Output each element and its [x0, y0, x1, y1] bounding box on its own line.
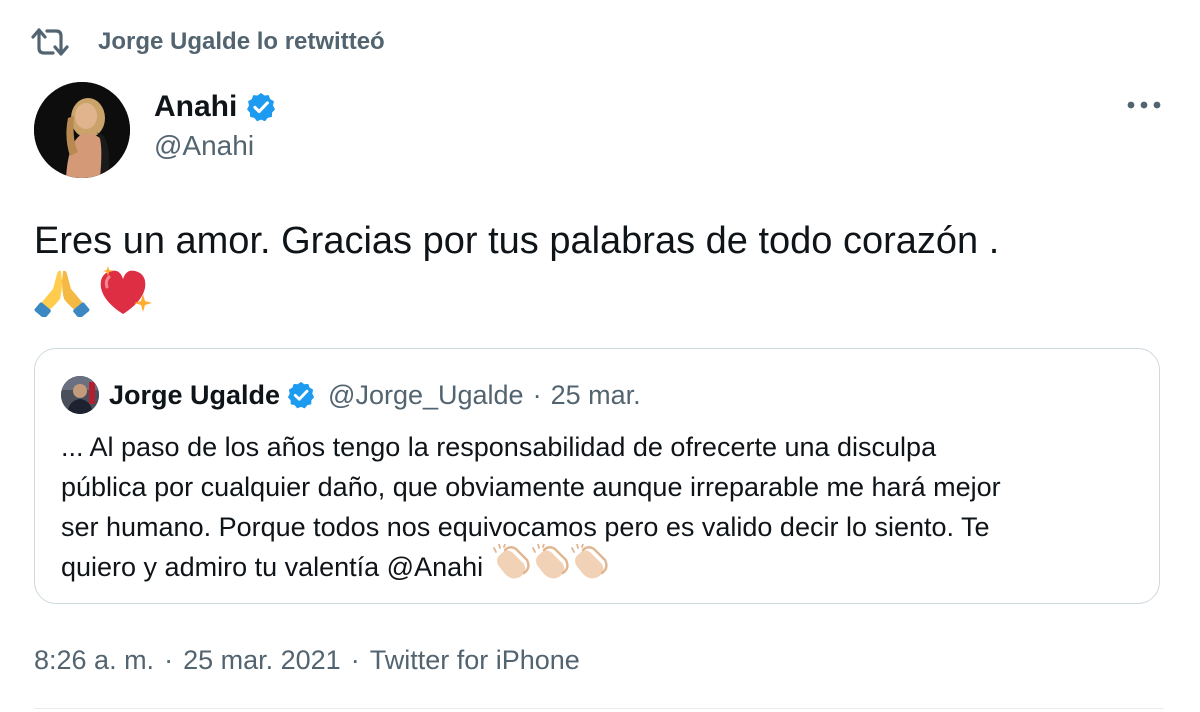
quoted-tweet-card[interactable]: Jorge Ugalde @Jorge_Ugalde · 25 mar. ...… — [34, 348, 1160, 604]
quoted-text-last-line: quiero y admiro tu valentía @Anahi — [61, 542, 1141, 587]
quoted-tweet-date: 25 mar. — [550, 379, 641, 410]
more-icon — [1127, 96, 1161, 114]
tweet-text: Eres un amor. Gracias por tus palabras d… — [34, 220, 1000, 262]
clapping-hands-icon — [493, 542, 531, 591]
quoted-tweet-header: Jorge Ugalde @Jorge_Ugalde · 25 mar. — [61, 375, 641, 415]
more-options-button[interactable] — [1124, 90, 1164, 120]
tweet-meta: 8:26 a. m. · 25 mar. 2021 · Twitter for … — [34, 640, 580, 680]
meta-separator: · — [164, 644, 174, 675]
tweet-source[interactable]: Twitter for iPhone — [370, 645, 580, 676]
folded-hands-icon — [34, 267, 90, 322]
quoted-text-line: quiero y admiro tu valentía @Anahi — [61, 552, 484, 582]
author-info: Anahi @Anahi — [154, 88, 277, 162]
author-handle[interactable]: @Anahi — [154, 130, 277, 162]
sparkling-heart-icon — [96, 265, 154, 323]
clapping-hands-icon — [571, 542, 609, 591]
retweet-header: Jorge Ugalde lo retwitteó — [30, 22, 385, 62]
verified-badge-icon — [245, 91, 277, 123]
quoted-author-avatar — [61, 376, 99, 414]
quoted-text-line: ser humano. Porque todos nos equivocamos… — [61, 512, 990, 542]
retweet-icon — [30, 22, 74, 62]
retweeter-link[interactable]: Jorge Ugalde lo retwitteó — [98, 28, 385, 56]
clapping-hands-icon — [532, 542, 570, 591]
quoted-author-name: Jorge Ugalde — [109, 379, 281, 410]
tweet-time[interactable]: 8:26 a. m. — [34, 645, 154, 676]
clap-emojis — [493, 542, 609, 591]
author-name[interactable]: Anahi — [154, 90, 237, 124]
tweet-emojis — [34, 265, 154, 323]
tweet-date[interactable]: 25 mar. 2021 — [183, 645, 341, 676]
quoted-author-handle: @Jorge_Ugalde — [328, 379, 524, 410]
quoted-verified-badge-icon — [286, 380, 316, 410]
meta-separator: · — [350, 644, 360, 675]
divider — [34, 708, 1164, 709]
quoted-tweet-text: ... Al paso de los años tengo la respons… — [61, 427, 1141, 587]
quoted-text-line: ... Al paso de los años tengo la respons… — [61, 432, 937, 462]
quoted-text-line: pública por cualquier daño, que obviamen… — [61, 472, 1001, 502]
quoted-separator: · — [532, 379, 542, 410]
author-avatar[interactable] — [34, 82, 130, 178]
